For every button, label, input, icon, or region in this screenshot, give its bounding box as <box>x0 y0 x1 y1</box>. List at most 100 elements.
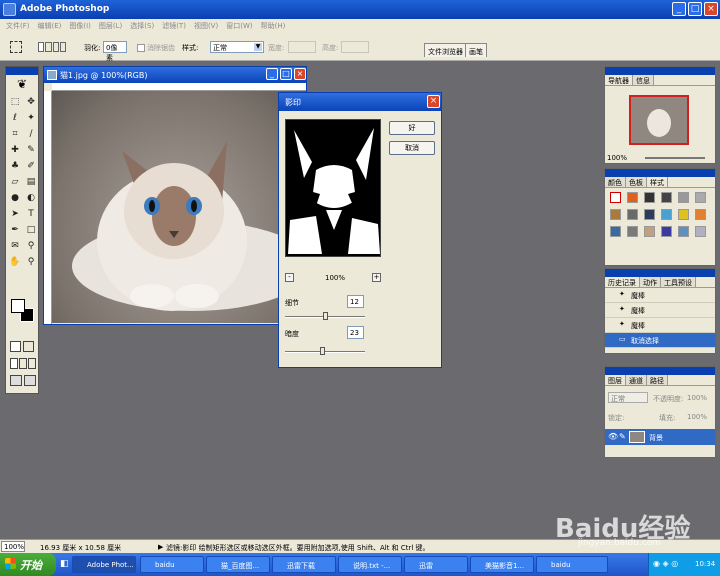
move-icon[interactable]: ✥ <box>24 95 38 109</box>
brush-icon[interactable]: ✎ <box>24 143 38 157</box>
tab-layers[interactable]: 图层 <box>605 375 626 385</box>
ok-button[interactable]: 好 <box>389 121 435 135</box>
style-swatch[interactable] <box>627 226 638 237</box>
clone-stamp-icon[interactable]: ♣ <box>8 159 22 173</box>
minimize-icon[interactable]: _ <box>672 2 686 16</box>
style-swatch[interactable] <box>644 226 655 237</box>
play-icon[interactable]: ▶ <box>158 543 163 551</box>
tab-swatches[interactable]: 色板 <box>626 177 647 187</box>
gradient-icon[interactable]: ▤ <box>24 175 38 189</box>
taskbar-item-thunder[interactable]: 迅雷 <box>404 556 468 573</box>
history-item-selected[interactable]: ▭ 取消选择 <box>605 333 715 348</box>
menu-filter[interactable]: 滤镜(T) <box>158 19 190 33</box>
detail-field[interactable]: 12 <box>347 295 364 308</box>
status-zoom[interactable]: 100% <box>1 541 25 552</box>
notes-icon[interactable]: ✉ <box>8 239 22 253</box>
lasso-icon[interactable]: ℓ <box>8 111 22 125</box>
style-swatch[interactable] <box>644 192 655 203</box>
cancel-button[interactable]: 取消 <box>389 141 435 155</box>
tab-info[interactable]: 信息 <box>633 75 654 85</box>
doc-maximize-icon[interactable]: □ <box>280 68 292 80</box>
tab-file-browser[interactable]: 文件浏览器 <box>424 43 467 57</box>
taskbar-item-thunder-download[interactable]: 迅雷下载 <box>272 556 336 573</box>
navigator-zoom-slider[interactable] <box>645 157 705 159</box>
style-swatch[interactable] <box>678 226 689 237</box>
tray-icons[interactable]: ◉ ◈ ◎ <box>653 559 678 568</box>
style-swatch[interactable] <box>678 192 689 203</box>
eyedropper-icon[interactable]: ⚲ <box>24 239 38 253</box>
style-swatch[interactable] <box>627 209 638 220</box>
style-swatch[interactable] <box>678 209 689 220</box>
maximize-icon[interactable]: □ <box>688 2 702 16</box>
menu-file[interactable]: 文件(F) <box>2 19 34 33</box>
menu-layer[interactable]: 图层(L) <box>95 19 126 33</box>
doc-close-icon[interactable]: × <box>294 68 306 80</box>
history-item[interactable]: ✦ 魔棒 <box>605 288 715 303</box>
detail-slider[interactable] <box>285 312 365 320</box>
darkness-field[interactable]: 23 <box>347 326 364 339</box>
style-swatch[interactable] <box>627 192 638 203</box>
style-swatch[interactable] <box>661 192 672 203</box>
taskbar-item-baidu-images[interactable]: 猫_百度图... <box>206 556 270 573</box>
darkness-slider-thumb[interactable] <box>319 347 325 355</box>
marquee-tool-icon[interactable] <box>10 41 22 53</box>
style-swatch[interactable] <box>695 192 706 203</box>
zoom-out-button[interactable]: - <box>285 273 294 282</box>
feather-field[interactable]: 0像素 <box>103 41 127 62</box>
close-icon[interactable]: × <box>704 2 718 16</box>
taskbar-item-photoshop[interactable]: Adobe Phot... <box>72 556 136 573</box>
tab-navigator[interactable]: 导航器 <box>605 75 633 85</box>
style-swatch[interactable] <box>610 209 621 220</box>
doc-minimize-icon[interactable]: _ <box>266 68 278 80</box>
style-swatch[interactable] <box>695 226 706 237</box>
dialog-close-icon[interactable]: × <box>427 95 440 108</box>
eraser-icon[interactable]: ▱ <box>8 175 22 189</box>
menu-help[interactable]: 帮助(H) <box>257 19 290 33</box>
menu-view[interactable]: 视图(V) <box>190 19 222 33</box>
pen-icon[interactable]: ✒ <box>8 223 22 237</box>
tab-history[interactable]: 历史记录 <box>605 277 640 287</box>
tab-paths[interactable]: 路径 <box>647 375 668 385</box>
style-swatch[interactable] <box>661 226 672 237</box>
fill-value[interactable]: 100% <box>687 413 707 421</box>
darkness-slider[interactable] <box>285 347 365 355</box>
taskbar-item-notepad[interactable]: 说明.txt -... <box>338 556 402 573</box>
shape-icon[interactable]: □ <box>24 223 38 237</box>
menu-select[interactable]: 选择(S) <box>126 19 158 33</box>
history-item[interactable]: ✦ 魔棒 <box>605 318 715 333</box>
menu-image[interactable]: 图像(I) <box>65 19 95 33</box>
opacity-value[interactable]: 100% <box>687 394 707 402</box>
filter-preview[interactable] <box>285 119 381 257</box>
tab-color[interactable]: 颜色 <box>605 177 626 187</box>
antialias-checkbox[interactable] <box>137 44 145 52</box>
zoom-in-button[interactable]: + <box>372 273 381 282</box>
tab-channels[interactable]: 通道 <box>626 375 647 385</box>
taskbar-item-baidu-2[interactable]: baidu <box>536 556 608 573</box>
path-select-icon[interactable]: ➤ <box>8 207 22 221</box>
type-icon[interactable]: T <box>24 207 38 221</box>
tab-actions[interactable]: 动作 <box>640 277 661 287</box>
magic-wand-icon[interactable]: ✦ <box>24 111 38 125</box>
style-swatch[interactable] <box>661 209 672 220</box>
navigator-thumbnail[interactable] <box>629 95 689 145</box>
style-swatch[interactable] <box>644 209 655 220</box>
healing-brush-icon[interactable]: ✚ <box>8 143 22 157</box>
tab-tool-presets[interactable]: 工具预设 <box>661 277 696 287</box>
blur-icon[interactable]: ● <box>8 191 22 205</box>
dodge-icon[interactable]: ◐ <box>24 191 38 205</box>
tab-styles[interactable]: 样式 <box>647 177 668 187</box>
screen-mode-buttons[interactable] <box>10 358 36 369</box>
navigator-zoom[interactable]: 100% <box>607 154 627 162</box>
dialog-title-bar[interactable]: 影印 × <box>279 93 441 111</box>
detail-slider-thumb[interactable] <box>323 312 328 320</box>
slice-icon[interactable]: ∕ <box>24 127 38 141</box>
menu-edit[interactable]: 编辑(E) <box>34 19 66 33</box>
marquee-icon[interactable]: ⬚ <box>8 95 22 109</box>
foreground-color-swatch[interactable] <box>11 299 25 313</box>
quick-launch-icons[interactable]: ◧ <box>60 559 69 569</box>
jump-to-imageready-buttons[interactable] <box>10 375 36 386</box>
quick-mask-buttons[interactable] <box>10 341 34 352</box>
eye-icon[interactable]: 👁 <box>608 432 618 441</box>
layer-row-background[interactable]: 👁 ✎ 背景 <box>605 429 715 445</box>
document-title-bar[interactable]: 猫1.jpg @ 100%(RGB) _ □ × <box>44 67 306 83</box>
